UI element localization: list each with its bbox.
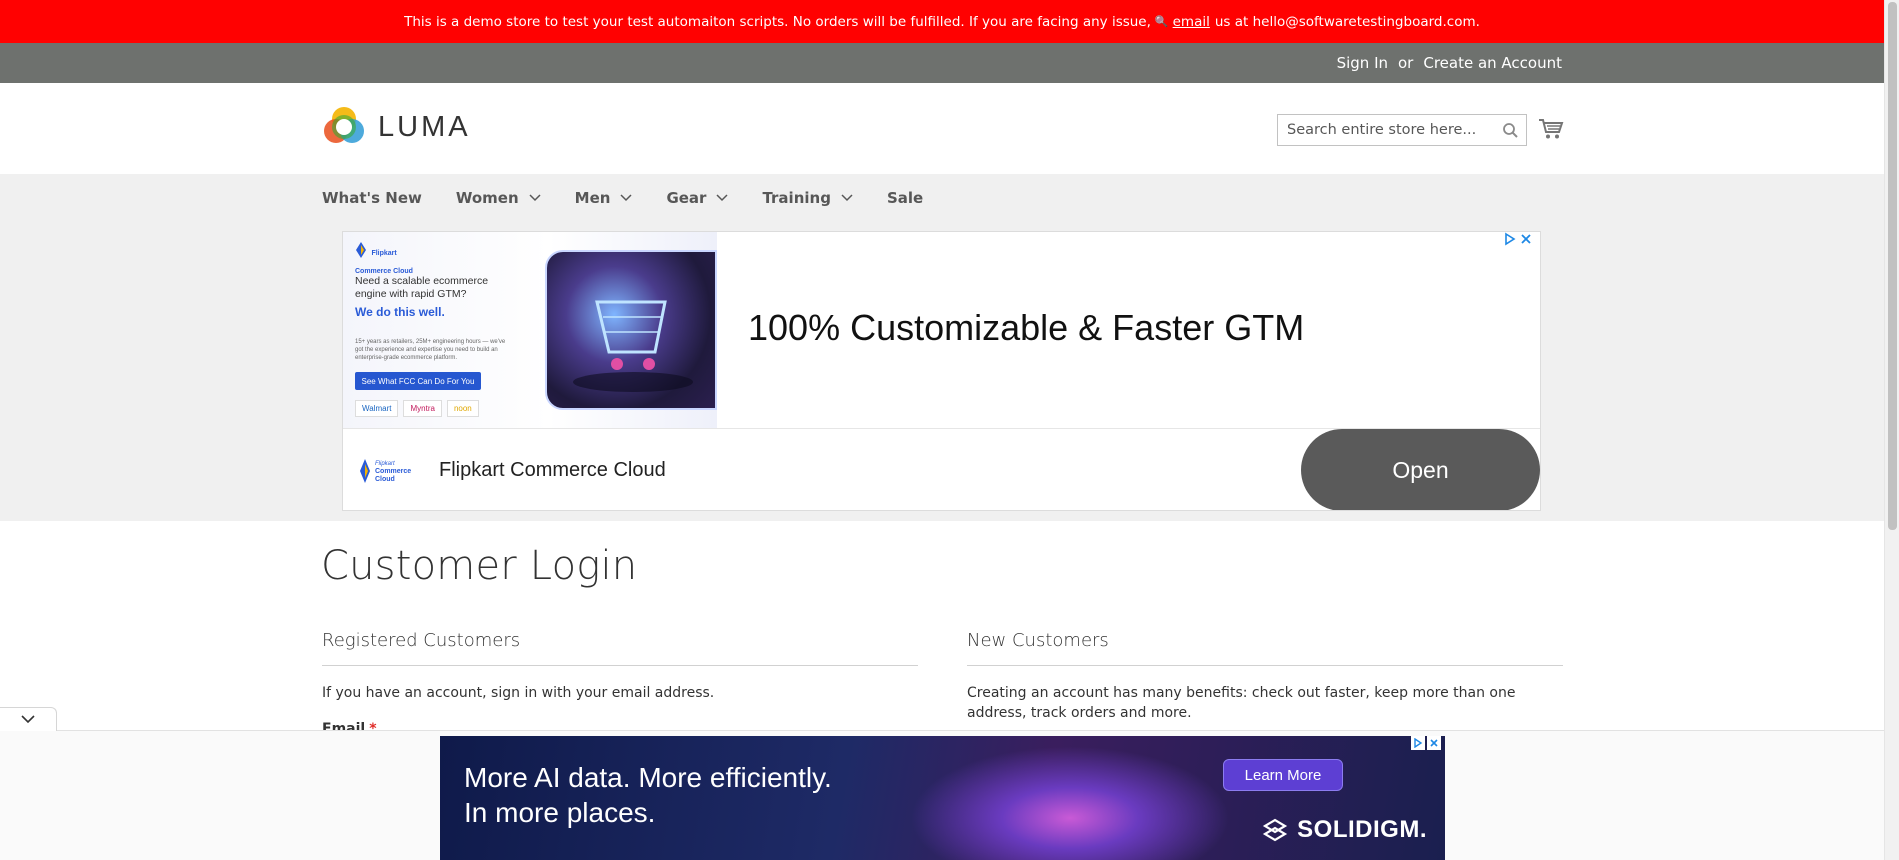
- registered-customers-heading: Registered Customers: [322, 630, 918, 666]
- nav-label: Training: [762, 189, 831, 207]
- creative-logo: Flipkart Commerce Cloud: [355, 242, 415, 278]
- page-scrollbar[interactable]: [1884, 0, 1899, 860]
- email-link[interactable]: email: [1173, 14, 1210, 30]
- panel-header: Sign In or Create an Account: [0, 43, 1884, 83]
- nav-item-women[interactable]: Women: [456, 189, 541, 207]
- bottom-ad-line2: In more places.: [464, 797, 656, 828]
- search-placeholder: Search entire store here...: [1287, 122, 1477, 138]
- creative-line2: We do this well.: [355, 305, 445, 319]
- solidigm-logo: SOLIDIGM.: [1261, 816, 1427, 844]
- cart-icon[interactable]: [1538, 118, 1564, 140]
- svg-text:Flipkart: Flipkart: [375, 461, 395, 467]
- ad-creative[interactable]: Flipkart Commerce Cloud Need a scalable …: [343, 232, 717, 428]
- nav-label: Women: [455, 189, 519, 207]
- solidigm-logo-icon: [1263, 818, 1288, 842]
- sign-in-link[interactable]: Sign In: [1337, 54, 1388, 72]
- open-button[interactable]: Open: [1301, 429, 1540, 510]
- svg-text:Commerce: Commerce: [375, 468, 411, 475]
- creative-line1: Need a scalable ecommerce engine with ra…: [355, 275, 489, 300]
- cart-illustration-icon: [573, 300, 693, 392]
- collapse-ad-toggle[interactable]: [0, 707, 57, 731]
- ad-laptop-image: [910, 746, 1230, 860]
- chevron-down-icon: [841, 194, 853, 202]
- adchoices-icon[interactable]: [1504, 232, 1516, 246]
- nav-item-sale[interactable]: Sale: [887, 189, 923, 207]
- ad-headline[interactable]: 100% Customizable & Faster GTM: [748, 307, 1304, 349]
- close-icon[interactable]: [1520, 232, 1532, 246]
- registered-customers-block: Registered Customers If you have an acco…: [322, 630, 918, 703]
- fcc-logo-icon: [356, 242, 366, 258]
- nav-label: What's New: [322, 189, 422, 207]
- learn-more-button[interactable]: Learn More: [1223, 759, 1343, 791]
- creative-line3: 15+ years as retailers, 25M+ engineering…: [355, 339, 506, 361]
- or-separator: or: [1398, 54, 1414, 72]
- chevron-down-icon: [716, 194, 728, 202]
- brand-myntra: Myntra: [403, 400, 442, 417]
- adchoices-icon[interactable]: [1411, 736, 1425, 750]
- nav-item-training[interactable]: Training: [762, 189, 853, 207]
- new-customers-heading: New Customers: [967, 630, 1563, 666]
- logo-text: LUMA: [378, 110, 471, 143]
- nav-item-whats-new[interactable]: What's New: [322, 189, 422, 207]
- demo-notice-bar: This is a demo store to test your test a…: [0, 0, 1884, 43]
- brand-noon: noon: [446, 400, 479, 417]
- bottom-ad-banner[interactable]: More AI data. More efficiently. In more …: [440, 736, 1445, 860]
- new-customers-text: Creating an account has many benefits: c…: [967, 685, 1516, 721]
- chevron-down-icon: [529, 194, 541, 202]
- demo-notice-text: This is a demo store to test your test a…: [404, 13, 1151, 30]
- ad-footer: Flipkart Commerce Cloud Flipkart Commerc…: [343, 428, 1540, 510]
- nav-label: Men: [574, 189, 611, 207]
- brand-walmart: Walmart: [355, 400, 399, 417]
- advertiser-name[interactable]: Flipkart Commerce Cloud: [439, 459, 666, 482]
- bottom-ad-text: More AI data. More efficiently. In more …: [464, 760, 832, 830]
- create-account-link[interactable]: Create an Account: [1423, 54, 1562, 72]
- luma-logo-icon: [324, 107, 364, 143]
- creative-brands: Walmart Myntra noon: [355, 400, 479, 417]
- page-title: Customer Login: [321, 543, 638, 589]
- nav-label: Sale: [886, 189, 924, 207]
- demo-notice-text-after: us at hello@softwaretestingboard.com.: [1214, 13, 1480, 30]
- shopping-cart-image: [545, 250, 717, 410]
- logo[interactable]: LUMA: [322, 105, 471, 149]
- creative-button[interactable]: See What FCC Can Do For You: [355, 372, 481, 390]
- advertiser-logo-icon: Flipkart Commerce Cloud: [360, 459, 411, 483]
- nav-label: Gear: [666, 189, 707, 207]
- nav-item-men[interactable]: Men: [575, 189, 633, 207]
- bottom-ad-line1: More AI data. More efficiently.: [464, 762, 832, 793]
- site-header: LUMA Search entire store here...: [0, 83, 1884, 174]
- search-input[interactable]: Search entire store here...: [1277, 114, 1527, 146]
- scrollbar-thumb[interactable]: [1888, 2, 1897, 530]
- chevron-down-icon: [620, 194, 632, 202]
- brand-text: SOLIDIGM.: [1297, 816, 1427, 843]
- ad-choices[interactable]: [1504, 232, 1532, 246]
- bottom-ad-choices[interactable]: [1411, 736, 1441, 750]
- registered-customers-text: If you have an account, sign in with you…: [322, 685, 715, 701]
- new-customers-block: New Customers Creating an account has ma…: [967, 630, 1563, 723]
- header-links: Sign In or Create an Account: [1337, 54, 1562, 72]
- magnifier-icon: 🔍: [1154, 15, 1169, 28]
- close-icon[interactable]: [1427, 736, 1441, 750]
- chevron-down-icon: [21, 715, 35, 724]
- search-icon[interactable]: [1502, 122, 1519, 139]
- nav-menu: What's New Women Men Gear Training Sale: [322, 174, 957, 222]
- top-ad-banner[interactable]: Flipkart Commerce Cloud Need a scalable …: [342, 231, 1541, 511]
- svg-text:Cloud: Cloud: [375, 476, 395, 483]
- nav-item-gear[interactable]: Gear: [666, 189, 728, 207]
